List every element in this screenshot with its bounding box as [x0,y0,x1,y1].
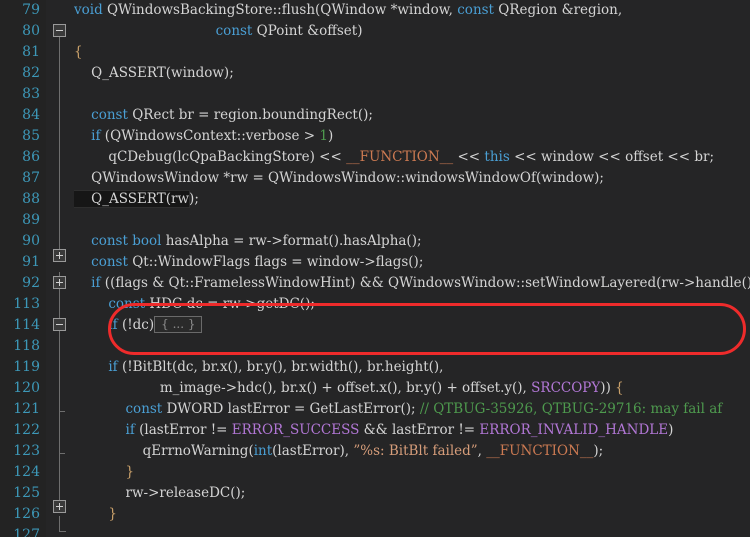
fold-toggle-expand-114[interactable] [53,276,66,289]
line-number: 118 [13,338,40,354]
line-number: 119 [13,359,40,375]
code-line-82[interactable]: Q_ASSERT(window); [74,63,234,84]
line-number: 127 [13,527,40,537]
code-line-91[interactable]: const Qt::WindowFlags flags = window->fl… [74,252,423,273]
code-line-120[interactable]: m_image->hdc(), br.x() + offset.x(), br.… [74,378,624,399]
code-line-126[interactable]: } [74,504,117,525]
line-number: 83 [22,86,40,102]
code-line-86[interactable]: qCDebug(lcQpaBackingStore) << __FUNCTION… [74,147,714,168]
code-line-84[interactable]: const QRect br = region.boundingRect(); [74,105,373,126]
code-line-125[interactable]: rw->releaseDC(); [74,483,245,504]
fold-block-end-tick [59,531,66,532]
line-number: 80 [22,23,40,39]
line-number: 114 [13,317,40,333]
line-number: 92 [22,275,40,291]
fold-guide-line [59,516,60,532]
code-line-85[interactable]: if (QWindowsContext::verbose > 1) [74,126,333,147]
code-folding-gutter[interactable] [46,0,74,537]
code-line-119[interactable]: if (!BitBlt(dc, br.x(), br.y(), br.width… [74,357,443,378]
code-line-114[interactable]: if (!dc){ ... } [74,315,203,336]
collapsed-fold-placeholder[interactable]: { ... } [154,316,203,333]
line-number: 91 [22,254,40,270]
code-line-88[interactable]: Q_ASSERT(rw); [74,189,199,210]
line-number: 90 [22,233,40,249]
line-number: 125 [13,485,40,501]
line-number: 122 [13,422,40,438]
code-line-124[interactable]: } [74,462,134,483]
code-line-121[interactable]: const DWORD lastError = GetLastError(); … [74,399,723,420]
fold-toggle-expand-129[interactable] [53,500,66,513]
code-line-90[interactable]: const bool hasAlpha = rw->format().hasAl… [74,231,421,252]
code-line-92[interactable]: if ((flags & Qt::FramelessWindowHint) &&… [74,273,750,294]
code-line-113[interactable]: const HDC dc = rw->getDC(); [74,294,315,315]
line-number: 88 [22,191,40,207]
line-number-gutter: 79 80 81 82 83 84 85 86 87 88 89 90 91 9… [0,0,46,537]
fold-toggle-expand-92[interactable] [53,249,66,262]
code-line-123[interactable]: qErrnoWarning(int(lastError), ”%s: BitBl… [74,441,604,462]
code-line-81[interactable]: { [74,42,83,63]
line-number: 87 [22,170,40,186]
line-number: 79 [22,2,40,18]
line-number: 84 [22,107,40,123]
code-line-122[interactable]: if (lastError != ERROR_SUCCESS && lastEr… [74,420,674,441]
fold-guide-line [59,34,60,260]
line-number: 86 [22,149,40,165]
code-editor[interactable]: 79 80 81 82 83 84 85 86 87 88 89 90 91 9… [0,0,750,537]
line-number: 121 [13,401,40,417]
line-number: 113 [13,296,40,312]
code-line-80[interactable]: const QPoint &offset) [74,21,363,42]
fold-toggle-collapse-function[interactable] [53,24,66,37]
fold-guide-line [59,272,60,504]
line-number: 89 [22,212,40,228]
line-number: 82 [22,65,40,81]
fold-block-end-tick [59,411,65,412]
line-number: 123 [13,443,40,459]
line-number: 81 [22,44,40,60]
code-line-79[interactable]: void QWindowsBackingStore::flush(QWindow… [74,0,622,21]
line-number: 126 [13,506,40,522]
line-number: 85 [22,128,40,144]
line-number: 124 [13,464,40,480]
fold-block-end-tick [59,453,65,454]
line-number: 120 [13,380,40,396]
code-content[interactable]: void QWindowsBackingStore::flush(QWindow… [74,0,750,537]
code-line-87[interactable]: QWindowsWindow *rw = QWindowsWindow::win… [74,168,604,189]
fold-toggle-collapse-120[interactable] [53,318,66,331]
